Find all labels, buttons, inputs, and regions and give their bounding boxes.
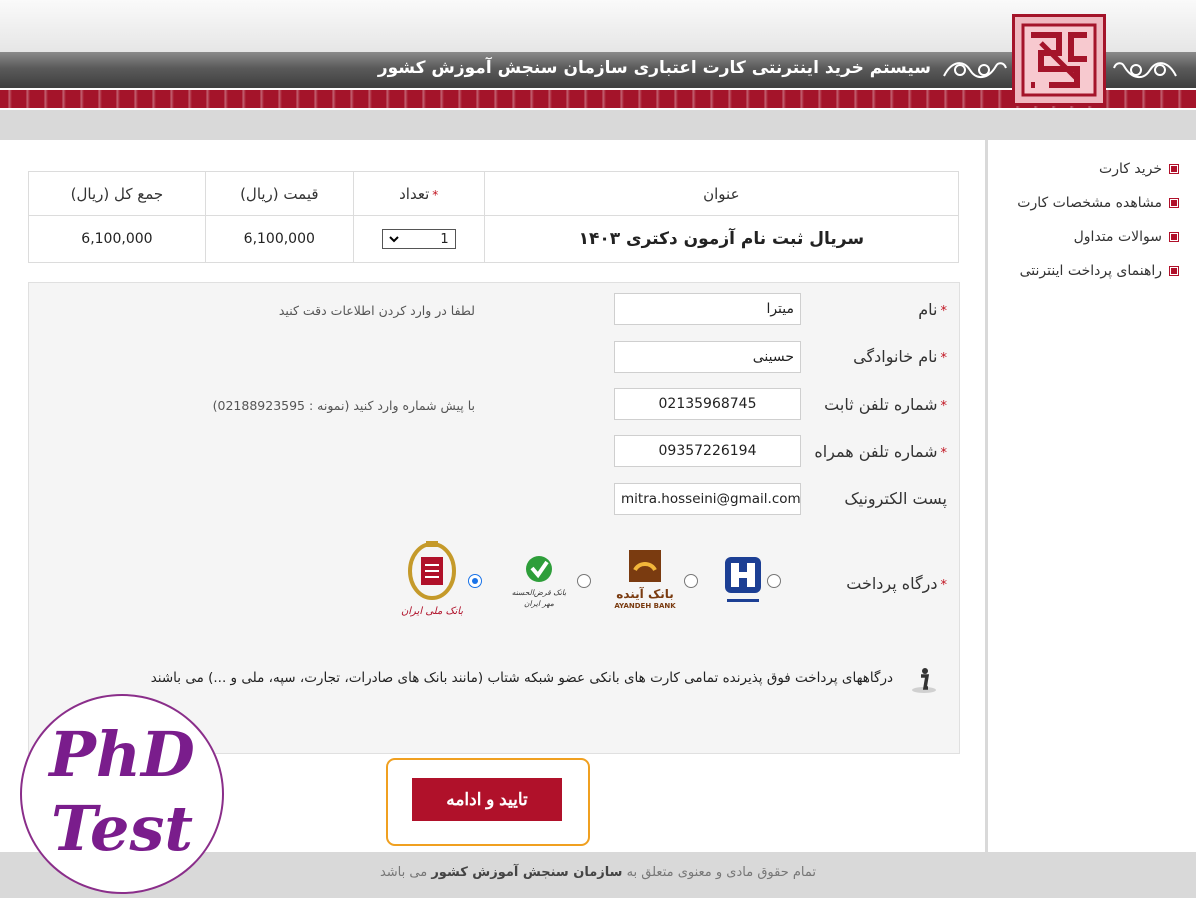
phone-label: *شماره تلفن ثابت bbox=[824, 395, 947, 414]
sidebar-menu: خرید کارت مشاهده مشخصات کارت سوالات متدا… bbox=[988, 140, 1196, 288]
sidebar-item-faq[interactable]: سوالات متداول bbox=[988, 220, 1178, 254]
confirm-continue-button[interactable]: تایید و ادامه bbox=[412, 778, 562, 821]
mehr-iran-bank-icon bbox=[526, 556, 552, 582]
mobile-label: *شماره تلفن همراه bbox=[814, 442, 947, 461]
bullet-icon bbox=[1170, 199, 1178, 207]
sidebar-item-view-card[interactable]: مشاهده مشخصات کارت bbox=[988, 186, 1178, 220]
gateway-mehr-iran-radio[interactable] bbox=[577, 574, 591, 588]
quantity-value: 1 bbox=[440, 231, 449, 247]
watermark-line-2: Test bbox=[50, 792, 193, 865]
sanjesh-logo-icon bbox=[1021, 23, 1097, 97]
ayandeh-bank-label: بانک آینده bbox=[616, 587, 674, 601]
table-row: سریال ثبت نام آزمون دکتری ۱۴۰۳ 1 6,100,0… bbox=[28, 215, 960, 263]
price-cell: 6,100,000 bbox=[204, 215, 354, 263]
copyright-prefix: تمام حقوق مادی و معنوی متعلق به bbox=[626, 865, 817, 880]
last-name-field[interactable]: حسینی bbox=[614, 341, 801, 373]
mehr-iran-bank-logo[interactable]: بانک قرض‌الحسنه مهر ایران bbox=[505, 555, 573, 609]
col-price-header: قیمت (ریال) bbox=[204, 171, 354, 216]
bullet-icon bbox=[1170, 267, 1178, 275]
sidebar-item-label: سوالات متداول bbox=[1073, 229, 1162, 245]
gateway-melli-radio[interactable] bbox=[468, 574, 482, 588]
first-name-label: *نام bbox=[918, 300, 947, 319]
melli-bank-logo[interactable]: بانک ملی ایران bbox=[399, 539, 465, 619]
site-title: سیستم خرید اینترنتی کارت اعتباری سازمان … bbox=[377, 58, 931, 78]
ornament-right-icon bbox=[1113, 62, 1177, 78]
gateway-ayandeh-radio[interactable] bbox=[684, 574, 698, 588]
col-title-header: عنوان bbox=[483, 171, 960, 216]
watermark-line-1: PhD bbox=[49, 718, 195, 791]
copyright-suffix: می باشد bbox=[379, 865, 428, 880]
copyright-org: سازمان سنجش آموزش کشور bbox=[431, 865, 623, 880]
ornament-left-icon bbox=[943, 62, 1007, 78]
bullet-icon bbox=[1170, 233, 1178, 241]
sidebar-item-payment-guide[interactable]: راهنمای پرداخت اینترنتی bbox=[988, 254, 1178, 288]
first-name-hint: لطفا در وارد کردن اطلاعات دقت کنید bbox=[278, 303, 475, 318]
melli-bank-icon bbox=[408, 541, 456, 600]
melli-bank-label: بانک ملی ایران bbox=[400, 606, 464, 617]
product-table: عنوان *تعداد قیمت (ریال) جمع کل (ریال) س… bbox=[28, 171, 960, 263]
gateway-label: *درگاه پرداخت bbox=[846, 574, 947, 593]
col-quantity-header: *تعداد bbox=[352, 171, 485, 216]
phone-hint: با پیش شماره وارد کنید (نمونه : 02188923… bbox=[212, 398, 475, 413]
email-field[interactable]: mitra.hosseini@gmail.com bbox=[614, 483, 801, 515]
ayandeh-bank-icon bbox=[629, 550, 661, 582]
total-cell: 6,100,000 bbox=[28, 215, 206, 263]
sidebar-item-label: خرید کارت bbox=[1099, 161, 1162, 177]
mehr-iran-bank-label: بانک قرض‌الحسنه مهر ایران bbox=[511, 588, 567, 608]
quantity-cell: 1 bbox=[352, 215, 485, 263]
sidebar: خرید کارت مشاهده مشخصات کارت سوالات متدا… bbox=[988, 140, 1196, 852]
saderat-bank-logo-icon[interactable] bbox=[723, 553, 763, 609]
ayandeh-bank-english-label: AYANDEH BANK bbox=[614, 602, 676, 610]
gateway-info-text: درگاههای پرداخت فوق پذیرنده تمامی کارت ه… bbox=[150, 670, 893, 686]
bullet-icon bbox=[1170, 165, 1178, 173]
phd-test-watermark: PhD Test bbox=[20, 694, 224, 894]
info-icon bbox=[912, 668, 936, 693]
col-total-header: جمع کل (ریال) bbox=[28, 171, 206, 216]
quantity-select[interactable]: 1 bbox=[381, 229, 456, 249]
mobile-field[interactable]: 09357226194 bbox=[614, 435, 801, 467]
product-title: سریال ثبت نام آزمون دکتری ۱۴۰۳ bbox=[483, 215, 960, 263]
sidebar-item-label: مشاهده مشخصات کارت bbox=[1017, 195, 1162, 211]
phone-field[interactable]: 02135968745 bbox=[614, 388, 801, 420]
sidebar-item-label: راهنمای پرداخت اینترنتی bbox=[1019, 263, 1162, 279]
chevron-down-icon bbox=[388, 232, 399, 247]
ayandeh-bank-logo[interactable]: بانک آینده AYANDEH BANK bbox=[609, 549, 681, 611]
email-label: پست الکترونیک bbox=[844, 489, 947, 508]
product-table-header: عنوان *تعداد قیمت (ریال) جمع کل (ریال) bbox=[28, 171, 960, 216]
last-name-label: *نام خانوادگی bbox=[853, 347, 947, 366]
organization-logo bbox=[1012, 14, 1106, 106]
site-header: سیستم خرید اینترنتی کارت اعتباری سازمان … bbox=[0, 0, 1196, 140]
sidebar-item-buy-card[interactable]: خرید کارت bbox=[988, 152, 1178, 186]
buyer-form: *نام میترا لطفا در وارد کردن اطلاعات دقت… bbox=[28, 282, 960, 754]
first-name-field[interactable]: میترا bbox=[614, 293, 801, 325]
gateway-saderat-radio[interactable] bbox=[767, 574, 781, 588]
